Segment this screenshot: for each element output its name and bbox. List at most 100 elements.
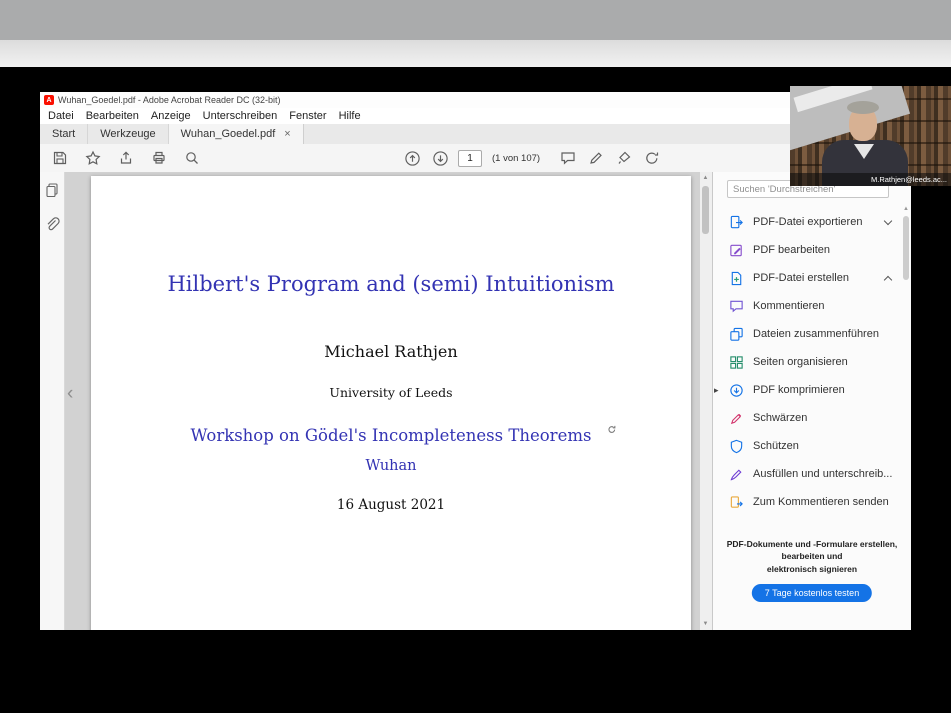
scrollbar-thumb[interactable] [702, 186, 709, 234]
menu-fenster[interactable]: Fenster [283, 110, 332, 122]
tool-label: PDF-Datei exportieren [753, 216, 862, 228]
comment-bubble-icon [560, 150, 576, 166]
scroll-up-icon[interactable]: ▲ [700, 175, 711, 181]
star-icon [85, 150, 101, 166]
tab-werkzeuge[interactable]: Werkzeuge [88, 124, 168, 144]
pencil-icon [588, 150, 604, 166]
acrobat-app-icon: A [44, 95, 54, 105]
page-thumbnails-button[interactable] [44, 182, 60, 203]
tool-combine-files[interactable]: Dateien zusammenführen [713, 320, 899, 348]
promo-line-3: elektronisch signieren [713, 563, 911, 575]
tool-label: Schwärzen [753, 412, 807, 424]
toolbar-left-group [50, 147, 202, 169]
panel-scrollbar-thumb[interactable] [903, 216, 909, 280]
tab-werkzeuge-label: Werkzeuge [100, 128, 155, 140]
pages-icon [44, 182, 60, 198]
tool-label: Dateien zusammenführen [753, 328, 879, 340]
scroll-down-icon[interactable]: ▼ [700, 621, 711, 627]
tool-organize-pages[interactable]: Seiten organisieren [713, 348, 899, 376]
menu-bar: Datei Bearbeiten Anzeige Unterschreiben … [40, 108, 911, 124]
save-icon [52, 150, 68, 166]
tool-create-pdf[interactable]: PDF-Datei erstellen [713, 264, 899, 292]
highlight-button[interactable] [586, 147, 606, 169]
page-up-button[interactable] [402, 147, 422, 169]
panel-scroll-up-icon[interactable]: ▲ [903, 206, 909, 212]
page-count-label: (1 von 107) [492, 153, 540, 164]
tab-close-icon[interactable]: × [284, 128, 290, 140]
tool-redact[interactable]: Schwärzen [713, 404, 899, 432]
tool-comment[interactable]: Kommentieren [713, 292, 899, 320]
tool-label: Kommentieren [753, 300, 825, 312]
tool-label: PDF komprimieren [753, 384, 845, 396]
person-hair [847, 101, 879, 114]
menu-datei[interactable]: Datei [42, 110, 80, 122]
send-comments-icon [729, 495, 744, 510]
menu-unterschreiben[interactable]: Unterschreiben [197, 110, 284, 122]
promo-text: PDF-Dokumente und -Formulare erstellen, … [713, 538, 911, 575]
redact-icon [729, 411, 744, 426]
acrobat-window: A Wuhan_Goedel.pdf - Adobe Acrobat Reade… [40, 92, 911, 630]
tab-document-label: Wuhan_Goedel.pdf [181, 128, 276, 140]
comment-icon [729, 299, 744, 314]
page-number-input[interactable] [458, 150, 482, 167]
slide-affiliation: University of Leeds [91, 385, 691, 400]
window-title: Wuhan_Goedel.pdf - Adobe Acrobat Reader … [58, 95, 280, 105]
save-button[interactable] [50, 147, 70, 169]
menu-bearbeiten[interactable]: Bearbeiten [80, 110, 145, 122]
protect-shield-icon [729, 439, 744, 454]
pdf-page: Hilbert's Program and (semi) Intuitionis… [91, 176, 691, 630]
screen: A Wuhan_Goedel.pdf - Adobe Acrobat Reade… [0, 0, 951, 713]
document-scrollbar[interactable]: ▲ ▼ [699, 172, 712, 630]
tools-panel: ▸ PDF-Datei exportieren PDF bearbeiten [712, 172, 911, 630]
print-icon [151, 150, 167, 166]
fill-sign-button[interactable] [614, 147, 634, 169]
promo-line-2: bearbeiten und [713, 550, 911, 562]
tool-send-for-comments[interactable]: Zum Kommentieren senden [713, 488, 899, 516]
tool-label: Zum Kommentieren senden [753, 496, 889, 508]
page-down-button[interactable] [430, 147, 450, 169]
tab-bar: Start Werkzeuge Wuhan_Goedel.pdf × [40, 124, 911, 144]
toolbar: (1 von 107) [40, 144, 911, 173]
title-bar: A Wuhan_Goedel.pdf - Adobe Acrobat Reade… [40, 92, 911, 108]
free-trial-button[interactable]: 7 Tage kostenlos testen [752, 584, 872, 602]
tool-label: PDF bearbeiten [753, 244, 830, 256]
slide-title: Hilbert's Program and (semi) Intuitionis… [91, 272, 691, 296]
star-button[interactable] [83, 147, 103, 169]
print-button[interactable] [149, 147, 169, 169]
menu-hilfe[interactable]: Hilfe [333, 110, 367, 122]
document-area: Hilbert's Program and (semi) Intuitionis… [65, 172, 712, 630]
chevron-down-icon[interactable] [884, 217, 892, 225]
tool-edit-pdf[interactable]: PDF bearbeiten [713, 236, 899, 264]
compress-pdf-icon [729, 383, 744, 398]
tool-compress-pdf[interactable]: PDF komprimieren [713, 376, 899, 404]
paperclip-icon [44, 216, 60, 232]
magnifier-icon [184, 150, 200, 166]
attachments-button[interactable] [44, 216, 60, 237]
rotate-cursor-icon [606, 421, 618, 440]
tool-label: Seiten organisieren [753, 356, 848, 368]
tab-start[interactable]: Start [40, 124, 88, 144]
tool-fill-sign[interactable]: Ausfüllen und unterschreib... [713, 460, 899, 488]
organize-pages-icon [729, 355, 744, 370]
menu-anzeige[interactable]: Anzeige [145, 110, 197, 122]
top-light-band [0, 40, 951, 67]
comment-button[interactable] [558, 147, 578, 169]
tool-export-pdf[interactable]: PDF-Datei exportieren [713, 208, 899, 236]
tool-protect[interactable]: Schützen [713, 432, 899, 460]
tools-list: PDF-Datei exportieren PDF bearbeiten PDF… [713, 208, 899, 516]
zoom-button[interactable] [182, 147, 202, 169]
chevron-up-icon[interactable] [884, 276, 892, 284]
page-up-icon [404, 150, 421, 167]
export-pdf-icon [729, 215, 744, 230]
tab-start-label: Start [52, 128, 75, 140]
slide-author: Michael Rathjen [91, 342, 691, 361]
edit-pdf-icon [729, 243, 744, 258]
previous-page-arrow[interactable]: ‹ [67, 384, 73, 403]
create-pdf-icon [729, 271, 744, 286]
slide-date: 16 August 2021 [91, 497, 691, 513]
share-button[interactable] [116, 147, 136, 169]
webcam-name-label: M.Rathjen@leeds.ac... [790, 173, 951, 186]
tab-document[interactable]: Wuhan_Goedel.pdf × [169, 124, 304, 144]
sign-tools-button[interactable] [642, 147, 662, 169]
rotate-stamp-icon [644, 150, 660, 166]
